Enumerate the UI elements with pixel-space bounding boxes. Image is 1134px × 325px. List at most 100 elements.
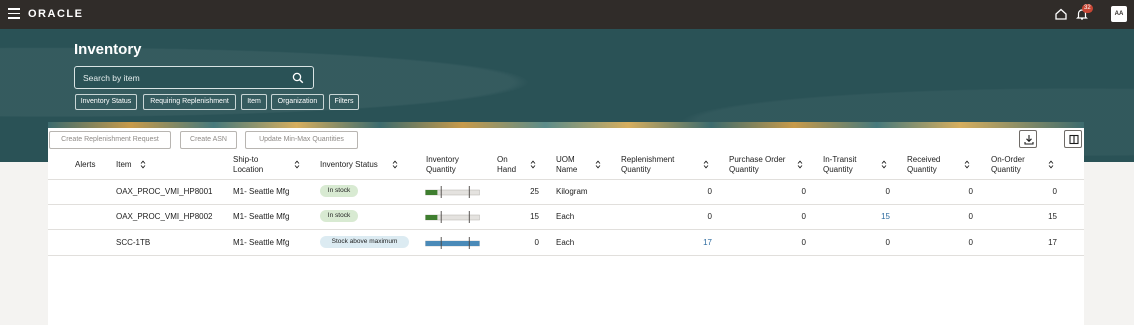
search-input[interactable]: Search by item (74, 66, 314, 89)
header-received-quantity[interactable]: Received Quantity (907, 155, 940, 175)
update-min-max-quantities-button[interactable]: Update Min-Max Quantities (245, 131, 358, 149)
header-transit-line1: In-Transit (823, 155, 857, 164)
cell-replenishment: 0 (707, 187, 712, 196)
header-repl-line2: Quantity (621, 165, 651, 174)
status-badge: Stock above maximum (320, 236, 409, 248)
header-on-hand-line1: On (497, 155, 508, 164)
inventory-quantity-bar (425, 186, 480, 198)
cell-purchase-order: 0 (801, 238, 806, 247)
header-uom-name[interactable]: UOM Name (556, 155, 577, 175)
header-po-line2: Quantity (729, 165, 759, 174)
row-divider (48, 229, 1084, 230)
cell-on-order: 15 (1048, 212, 1057, 221)
cell-location: M1- Seattle Mfg (233, 212, 290, 221)
filter-chip-organization[interactable]: Organization (271, 94, 324, 110)
cell-item[interactable]: OAX_PROC_VMI_HP8001 (116, 187, 213, 197)
column-layout-button[interactable] (1064, 130, 1082, 148)
status-badge: In stock (320, 210, 358, 222)
cell-replenishment-link[interactable]: 17 (672, 238, 712, 248)
cell-purchase-order: 0 (801, 212, 806, 221)
sort-on-order-icon[interactable] (1048, 160, 1054, 169)
status-badge: In stock (320, 185, 358, 197)
sort-in-transit-icon[interactable] (881, 160, 887, 169)
create-asn-button[interactable]: Create ASN (180, 131, 237, 149)
cell-purchase-order: 0 (801, 187, 806, 196)
header-item[interactable]: Item (116, 160, 132, 170)
filter-chip-filters[interactable]: Filters (329, 94, 359, 110)
sort-purchase-order-icon[interactable] (797, 160, 803, 169)
create-replenishment-request-button[interactable]: Create Replenishment Request (49, 131, 171, 149)
header-on-hand-line2: Hand (497, 165, 517, 174)
inventory-quantity-bar (425, 237, 480, 249)
filter-chip-requiring-replenishment[interactable]: Requiring Replenishment (143, 94, 236, 110)
sort-ship-to-icon[interactable] (294, 160, 300, 169)
header-inventory-quantity: Inventory Quantity (426, 155, 459, 175)
cell-on-hand: 0 (534, 238, 539, 247)
header-inv-qty-line2: Quantity (426, 165, 456, 174)
header-ship-to-line1: Ship-to (233, 155, 259, 164)
header-on-hand[interactable]: On Hand (497, 155, 516, 175)
download-icon (1024, 135, 1034, 145)
row-divider (48, 255, 1084, 256)
cell-on-hand: 15 (530, 212, 539, 221)
header-uom-line2: Name (556, 165, 578, 174)
quantity-fill (425, 215, 438, 220)
cell-in-transit: 0 (885, 187, 890, 196)
header-replenishment-quantity[interactable]: Replenishment Quantity (621, 155, 674, 175)
user-avatar[interactable]: AA (1111, 6, 1127, 22)
header-purchase-order-quantity[interactable]: Purchase Order Quantity (729, 155, 785, 175)
cell-received: 0 (968, 238, 973, 247)
sort-inventory-status-icon[interactable] (392, 160, 398, 169)
search-placeholder: Search by item (83, 73, 140, 83)
cell-uom: Each (556, 212, 575, 221)
header-ship-to-location[interactable]: Ship-to Location (233, 155, 263, 175)
columns-icon (1069, 134, 1079, 145)
cell-uom: Kilogram (556, 187, 588, 196)
sort-on-hand-icon[interactable] (530, 160, 536, 169)
filter-chip-item[interactable]: Item (241, 94, 267, 110)
cell-on-order: 0 (1052, 187, 1057, 196)
cell-item[interactable]: SCC-1TB (116, 238, 150, 248)
header-received-line1: Received (907, 155, 941, 164)
notification-count-badge: 32 (1082, 4, 1093, 13)
global-header: ORACLE 32 AA (0, 0, 1134, 29)
cell-replenishment: 0 (707, 212, 712, 221)
page-title: Inventory (74, 41, 142, 58)
quantity-fill (425, 190, 438, 195)
oracle-logo[interactable]: ORACLE (28, 8, 83, 20)
sort-received-icon[interactable] (964, 160, 970, 169)
filter-chip-inventory-status[interactable]: Inventory Status (75, 94, 137, 110)
header-uom-line1: UOM (556, 155, 575, 164)
sort-uom-icon[interactable] (595, 160, 601, 169)
header-onorder-line2: Quantity (991, 165, 1021, 174)
cell-in-transit-link[interactable]: 15 (850, 212, 890, 222)
header-on-order-quantity[interactable]: On-Order Quantity (991, 155, 1025, 175)
inventory-quantity-bar (425, 211, 480, 223)
header-ship-to-line2: Location (233, 165, 264, 174)
cell-location: M1- Seattle Mfg (233, 238, 290, 247)
header-inventory-status[interactable]: Inventory Status (320, 160, 378, 170)
header-onorder-line1: On-Order (991, 155, 1025, 164)
search-icon[interactable] (292, 72, 304, 84)
cell-uom: Each (556, 238, 575, 247)
cell-item[interactable]: OAX_PROC_VMI_HP8002 (116, 212, 213, 222)
sort-item-icon[interactable] (140, 160, 146, 169)
cell-on-hand: 25 (530, 187, 539, 196)
cell-received: 0 (968, 187, 973, 196)
header-divider (48, 179, 1084, 180)
cell-on-order: 17 (1048, 238, 1057, 247)
header-in-transit-quantity[interactable]: In-Transit Quantity (823, 155, 857, 175)
header-po-line1: Purchase Order (729, 155, 786, 164)
home-icon[interactable] (1054, 7, 1068, 21)
header-inv-qty-line1: Inventory (426, 155, 459, 164)
header-repl-line1: Replenishment (621, 155, 675, 164)
download-button[interactable] (1019, 130, 1037, 148)
sort-replenishment-icon[interactable] (703, 160, 709, 169)
cell-in-transit: 0 (885, 238, 890, 247)
hamburger-menu-icon[interactable] (8, 8, 20, 20)
header-transit-line2: Quantity (823, 165, 853, 174)
cell-location: M1- Seattle Mfg (233, 187, 290, 196)
cell-received: 0 (968, 212, 973, 221)
header-received-line2: Quantity (907, 165, 937, 174)
header-alerts: Alerts (75, 160, 96, 169)
